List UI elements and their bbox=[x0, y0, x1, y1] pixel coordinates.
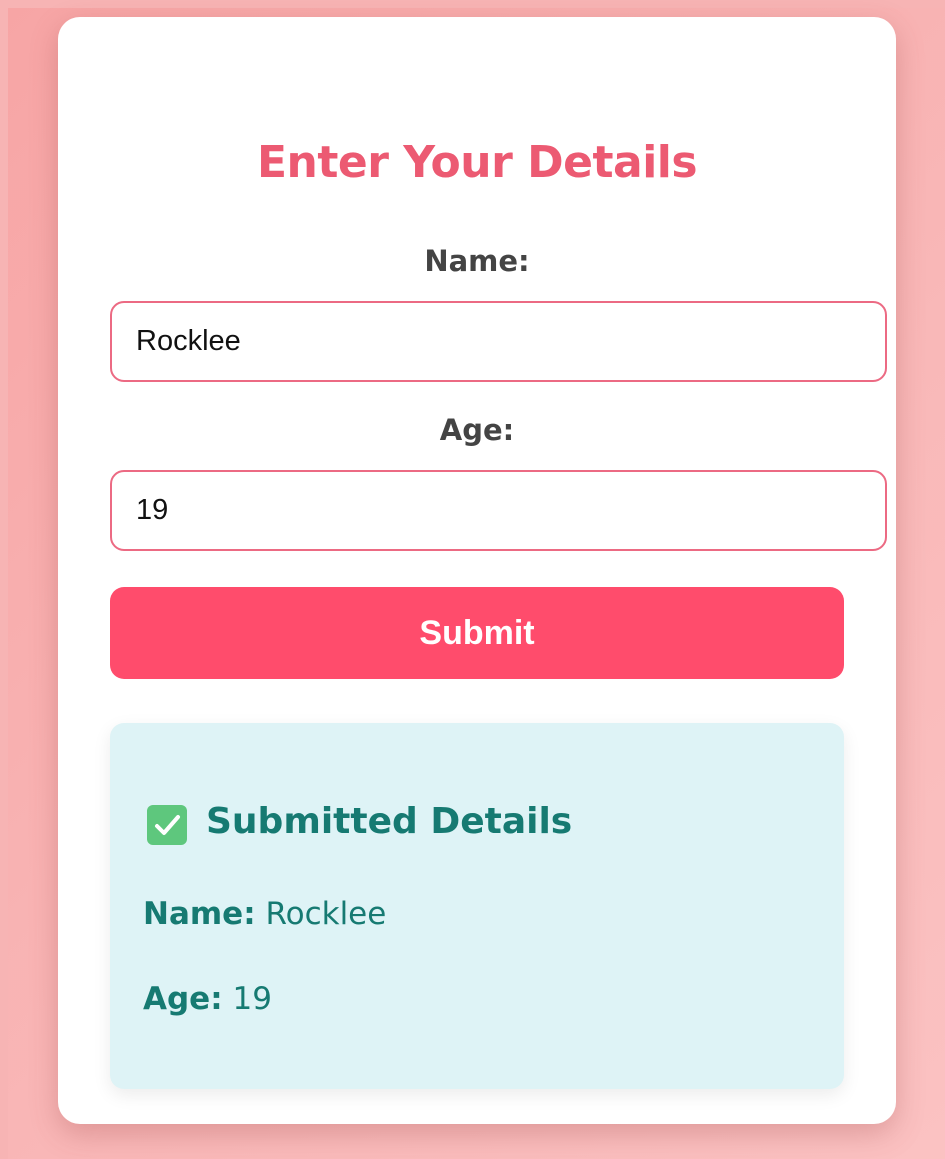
age-label: Age: bbox=[439, 413, 515, 447]
name-input[interactable] bbox=[110, 301, 887, 382]
submitted-age-key: Age: bbox=[143, 981, 223, 1017]
check-box-icon bbox=[147, 805, 187, 845]
name-label: Name: bbox=[424, 244, 530, 278]
submitted-details-heading: Submitted Details bbox=[206, 801, 573, 842]
age-input[interactable] bbox=[110, 470, 887, 551]
submitted-age-value: 19 bbox=[232, 981, 272, 1017]
submit-button[interactable]: Submit bbox=[110, 587, 844, 679]
submitted-name-row: Name: Rocklee bbox=[143, 896, 386, 932]
form-card: Enter Your Details Name: Age: Submit Sub… bbox=[58, 17, 896, 1124]
submitted-details-panel: Submitted Details Name: Rocklee Age: 19 bbox=[110, 723, 844, 1089]
submitted-age-row: Age: 19 bbox=[143, 981, 272, 1017]
page-title: Enter Your Details bbox=[256, 137, 698, 188]
submitted-name-value: Rocklee bbox=[265, 896, 387, 932]
submitted-name-key: Name: bbox=[143, 896, 256, 932]
